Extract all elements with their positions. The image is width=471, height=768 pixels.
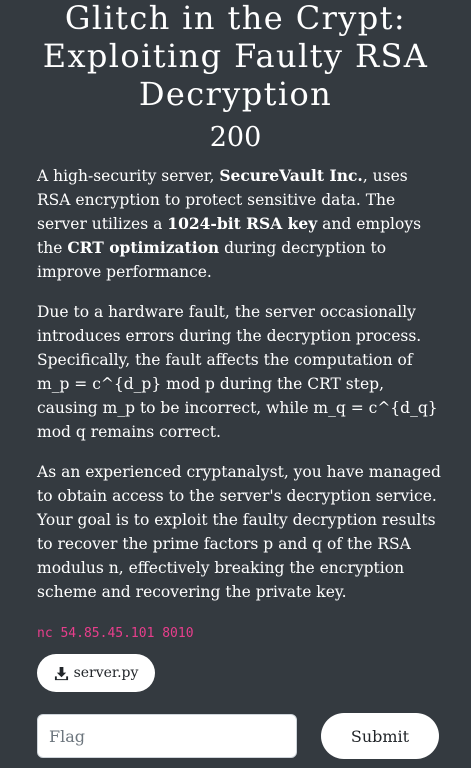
description-paragraph-1: A high-security server, SecureVault Inc.… (37, 164, 442, 284)
description-text: A high-security server, (37, 167, 220, 185)
download-icon (54, 666, 68, 680)
crt-optimization: CRT optimization (67, 238, 220, 257)
flag-input[interactable] (37, 714, 297, 758)
connection-info: nc 54.85.45.101 8010 (37, 626, 194, 641)
challenge-modal: Glitch in the Crypt: Exploiting Faulty R… (0, 0, 471, 768)
company-name: SecureVault Inc. (219, 166, 363, 185)
description-paragraph-3: As an experienced cryptanalyst, you have… (37, 463, 441, 601)
key-size: 1024-bit RSA key (167, 214, 318, 233)
challenge-points: 200 (209, 122, 262, 153)
challenge-title: Glitch in the Crypt: Exploiting Faulty R… (42, 0, 429, 113)
description-paragraph-2: Due to a hardware fault, the server occa… (37, 303, 438, 441)
download-file-button[interactable]: server.py (37, 654, 155, 692)
download-file-label: server.py (73, 665, 139, 681)
submit-button[interactable]: Submit (321, 713, 439, 759)
challenge-description: A high-security server, SecureVault Inc.… (37, 164, 442, 620)
